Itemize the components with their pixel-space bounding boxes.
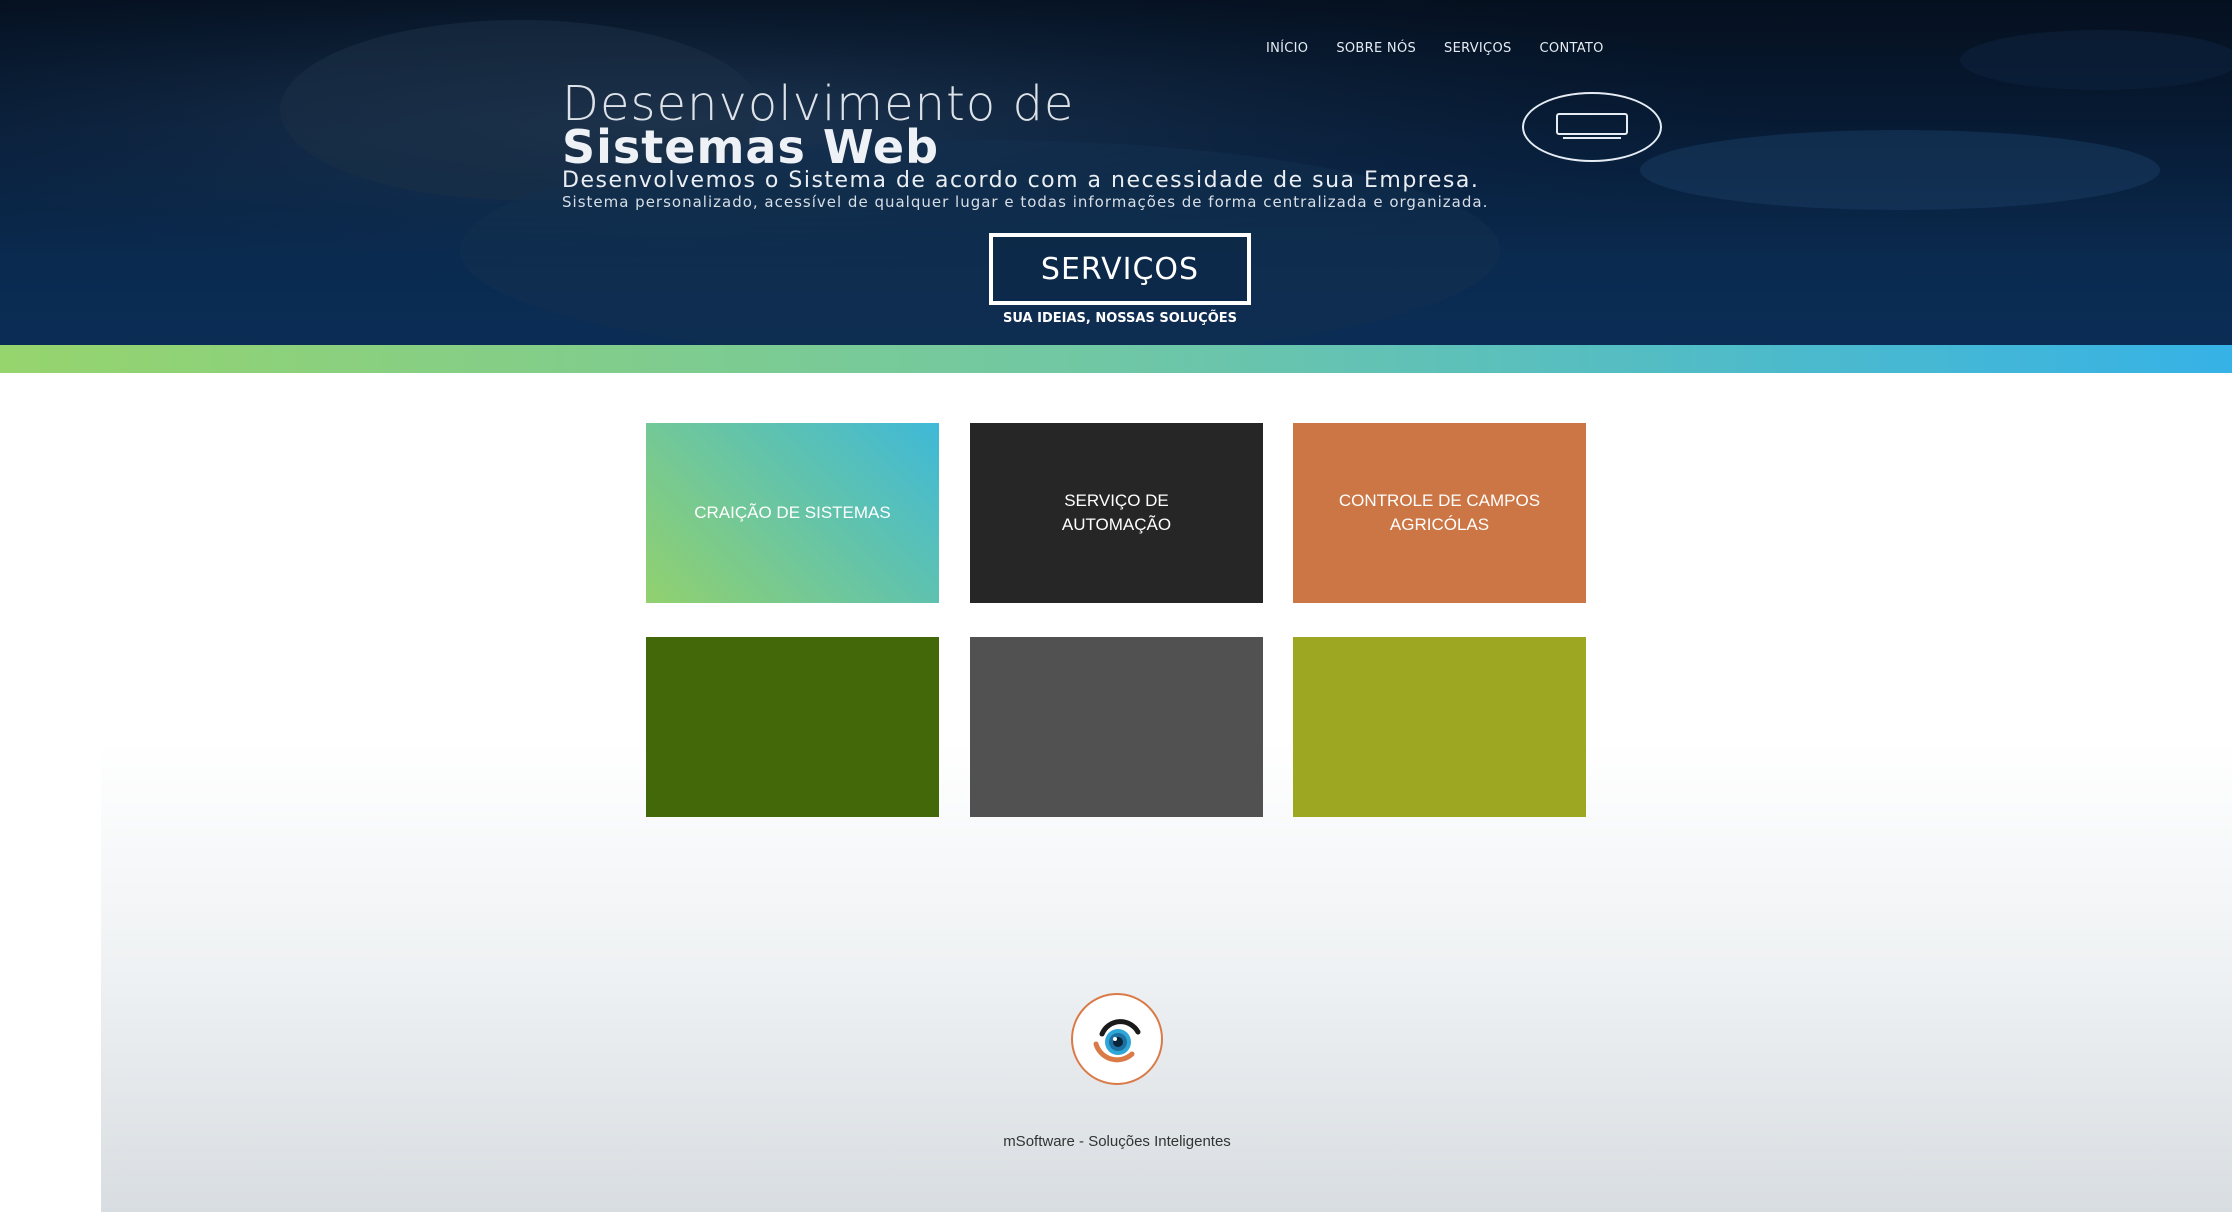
nav-link-contato[interactable]: CONTATO xyxy=(1540,41,1604,56)
hero-title: Desenvolvimento de Sistemas Web xyxy=(562,80,1074,170)
monitor-icon xyxy=(1556,113,1628,139)
service-card-criacao-sistemas[interactable]: CRAIÇÃO DE SISTEMAS xyxy=(646,423,939,603)
nav-link-inicio[interactable]: INÍCIO xyxy=(1266,41,1308,56)
hero-section: INÍCIO SOBRE NÓS SERVIÇOS CONTATO Desenv… xyxy=(0,0,2232,345)
company-logo xyxy=(1071,993,1163,1085)
hero-title-line1: Desenvolvimento de xyxy=(562,76,1075,132)
monitor-badge xyxy=(1522,92,1662,162)
main-nav: INÍCIO SOBRE NÓS SERVIÇOS CONTATO xyxy=(1266,36,1604,60)
service-card-automacao[interactable]: SERVIÇO DE AUTOMAÇÃO xyxy=(970,423,1263,603)
service-card-empty-olive[interactable] xyxy=(1293,637,1586,817)
service-card-controle-campos[interactable]: CONTROLE DE CAMPOS AGRICÓLAS xyxy=(1293,423,1586,603)
service-card-empty-green[interactable] xyxy=(646,637,939,817)
hero-subtitle: Desenvolvemos o Sistema de acordo com a … xyxy=(562,168,1480,193)
services-section: CRAIÇÃO DE SISTEMAS SERVIÇO DE AUTOMAÇÃO… xyxy=(101,373,2232,1212)
gradient-divider-band xyxy=(0,345,2232,373)
nav-link-sobre-nos[interactable]: SOBRE NÓS xyxy=(1336,41,1416,56)
nav-link-servicos[interactable]: SERVIÇOS xyxy=(1444,41,1511,56)
service-card-empty-gray[interactable] xyxy=(970,637,1263,817)
hero-description: Sistema personalizado, acessível de qual… xyxy=(562,193,1489,211)
hero-tagline: SUA IDEIAS, NOSSAS SOLUÇÕES xyxy=(1003,311,1237,326)
eye-logo-icon xyxy=(1093,1019,1141,1063)
servicos-cta-button[interactable]: SERVIÇOS xyxy=(989,233,1251,305)
footer-text: mSoftware - Soluções Inteligentes xyxy=(1003,1133,1231,1150)
